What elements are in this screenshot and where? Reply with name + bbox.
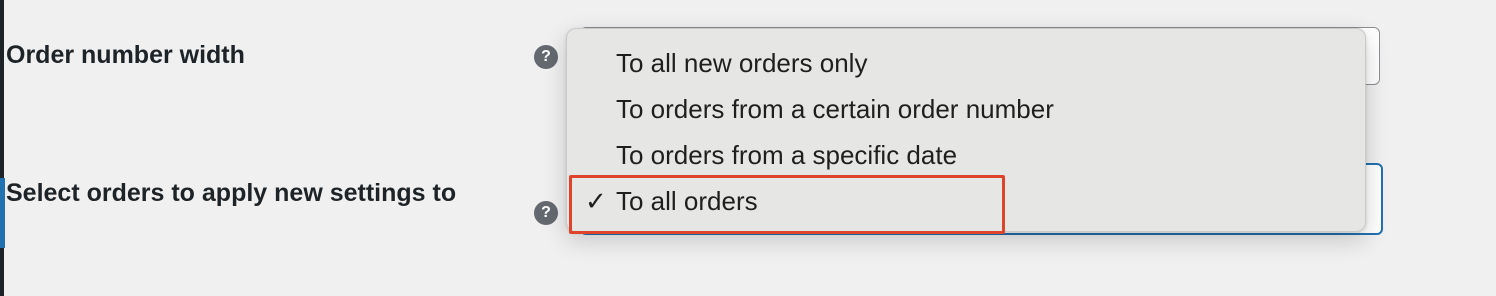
left-edge-border [0,0,4,296]
option-label: To all new orders only [616,48,868,78]
option-label: To orders from a specific date [616,140,958,170]
dropdown-option-from-order-number[interactable]: To orders from a certain order number [567,86,1365,132]
dropdown-option-from-specific-date[interactable]: To orders from a specific date [567,132,1365,178]
left-edge-focus-marker [0,178,5,248]
order-number-width-label: Order number width [6,41,245,69]
apply-settings-label: Select orders to apply new settings to [6,179,457,207]
option-label: To orders from a certain order number [616,94,1054,124]
dropdown-option-new-orders-only[interactable]: To all new orders only [567,40,1365,86]
annotation-highlight-box [569,175,1005,234]
help-icon[interactable]: ? [534,201,558,225]
help-icon[interactable]: ? [534,45,558,69]
